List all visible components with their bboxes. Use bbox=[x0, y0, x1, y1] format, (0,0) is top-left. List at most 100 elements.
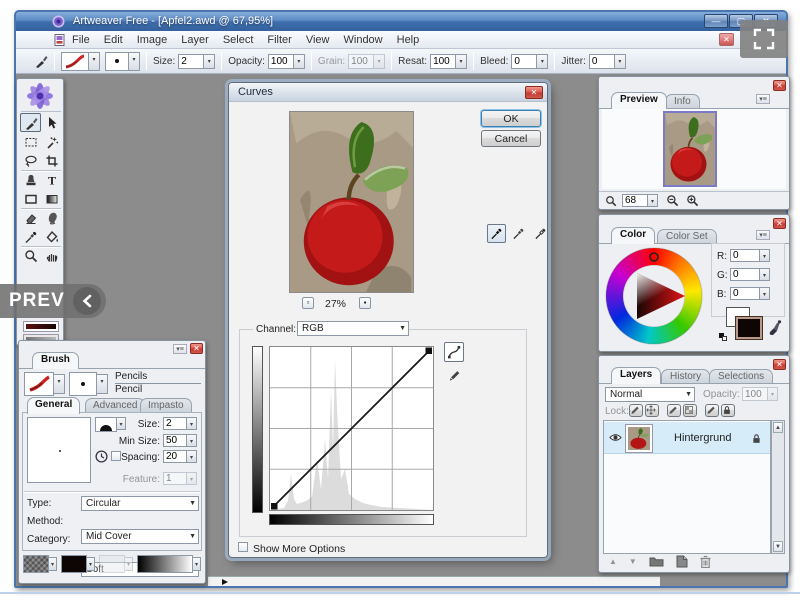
show-more-options-checkbox[interactable] bbox=[238, 542, 248, 552]
menu-window[interactable]: Window bbox=[344, 32, 383, 48]
hue-marker[interactable] bbox=[650, 253, 658, 261]
menu-help[interactable]: Help bbox=[397, 32, 420, 48]
bleed-field[interactable] bbox=[511, 54, 537, 69]
saturation-triangle[interactable] bbox=[606, 248, 702, 344]
tab-info[interactable]: Info bbox=[665, 94, 700, 109]
brush-category-dropdown[interactable]: ▾ bbox=[54, 374, 65, 394]
brush-panel-menu-icon[interactable]: ▾≡ bbox=[173, 344, 187, 354]
size-spinner[interactable]: ▾ bbox=[204, 54, 215, 69]
preview-zoom-spinner[interactable]: ▾ bbox=[648, 194, 658, 207]
smudge-tool[interactable] bbox=[41, 208, 62, 227]
resat-spinner[interactable]: ▾ bbox=[456, 54, 467, 69]
menu-file[interactable]: File bbox=[72, 32, 90, 48]
crop-tool[interactable] bbox=[41, 151, 62, 170]
shape-tool[interactable] bbox=[20, 189, 41, 208]
curve-point-mode-button[interactable] bbox=[444, 342, 464, 362]
size-field[interactable] bbox=[178, 54, 204, 69]
default-colors-icon[interactable] bbox=[719, 333, 727, 341]
lasso-tool[interactable] bbox=[20, 151, 41, 170]
tab-preview[interactable]: Preview bbox=[611, 92, 667, 109]
brush-panel-close-icon[interactable]: ✕ bbox=[190, 343, 203, 354]
b-field[interactable] bbox=[730, 287, 760, 300]
bp-type-combo[interactable]: Circular▼ bbox=[81, 496, 199, 511]
texture-swatch-button[interactable] bbox=[23, 555, 49, 573]
gradient-tool[interactable] bbox=[41, 189, 62, 208]
scroll-down-icon[interactable]: ▼ bbox=[773, 541, 783, 552]
g-spinner[interactable]: ▾ bbox=[760, 268, 770, 281]
layers-panel-close-icon[interactable]: ✕ bbox=[773, 359, 786, 370]
magic-wand-tool[interactable] bbox=[41, 132, 62, 151]
layer-group-folder-icon[interactable] bbox=[649, 555, 664, 567]
curves-close-icon[interactable]: ✕ bbox=[525, 86, 543, 99]
move-layer-down-icon[interactable]: ▼ bbox=[629, 557, 637, 566]
brush-variant-dropdown[interactable]: ▾ bbox=[89, 52, 100, 71]
opacity-spinner[interactable]: ▾ bbox=[294, 54, 305, 69]
scroll-arrow-icon[interactable] bbox=[222, 579, 228, 585]
ok-button[interactable]: OK bbox=[481, 110, 541, 127]
swatch-strip[interactable] bbox=[23, 321, 59, 332]
brush-variant-preview-button-2[interactable] bbox=[69, 372, 97, 396]
eraser-tool[interactable] bbox=[20, 208, 41, 227]
tab-layers[interactable]: Layers bbox=[611, 367, 661, 384]
bp-minsize-spinner[interactable]: ▾ bbox=[187, 434, 197, 447]
zoom-tool[interactable] bbox=[20, 246, 41, 265]
preview-zoom-in-button[interactable]: ▪ bbox=[359, 297, 371, 309]
document-scroll-strip[interactable] bbox=[208, 576, 660, 586]
bp-minsize-field[interactable] bbox=[163, 434, 187, 447]
menu-image[interactable]: Image bbox=[137, 32, 168, 48]
brush-variant-preview-button[interactable] bbox=[61, 52, 89, 71]
scroll-up-icon[interactable]: ▲ bbox=[773, 422, 783, 433]
zoom-out-icon[interactable] bbox=[666, 194, 679, 207]
layer-list-scrollbar[interactable]: ▲ ▼ bbox=[771, 420, 785, 554]
brush-category-preview-button[interactable] bbox=[24, 372, 54, 396]
lock-all-button[interactable] bbox=[721, 404, 735, 417]
brush-tip-dropdown[interactable]: ▾ bbox=[129, 52, 140, 71]
gallery-prev-button[interactable]: PREV bbox=[0, 284, 106, 318]
hand-tool[interactable] bbox=[41, 246, 62, 265]
g-field[interactable] bbox=[730, 268, 760, 281]
brush-tool[interactable] bbox=[20, 113, 41, 132]
r-field[interactable] bbox=[730, 249, 760, 262]
tip-shape-dropdown[interactable]: ▾ bbox=[117, 417, 126, 430]
rect-select-tool[interactable] bbox=[20, 132, 41, 151]
bp-spacing-spinner[interactable]: ▾ bbox=[187, 450, 197, 463]
zoom-in-icon[interactable] bbox=[686, 194, 699, 207]
clone-stamp-tool[interactable] bbox=[20, 170, 41, 189]
bp-method-combo[interactable]: Mid Cover▼ bbox=[81, 529, 199, 544]
layer-row-hintergrund[interactable]: Hintergrund bbox=[604, 422, 770, 454]
preview-panel-close-icon[interactable]: ✕ bbox=[773, 80, 786, 91]
tab-color[interactable]: Color bbox=[611, 227, 655, 244]
curves-dialog-titlebar[interactable]: Curves bbox=[229, 83, 547, 102]
menu-filter[interactable]: Filter bbox=[267, 32, 291, 48]
tab-impasto[interactable]: Impasto bbox=[140, 398, 192, 412]
color-panel-menu-icon[interactable]: ▾≡ bbox=[756, 230, 770, 240]
lock-move-button[interactable] bbox=[645, 404, 659, 417]
layer-thumbnail[interactable] bbox=[626, 425, 652, 452]
gallery-prev-circle[interactable] bbox=[73, 287, 101, 315]
move-tool[interactable] bbox=[41, 113, 62, 132]
preview-zoom-out-button[interactable]: ▫ bbox=[302, 297, 314, 309]
tip-shape-button[interactable] bbox=[95, 417, 117, 432]
document-close-button[interactable]: ✕ bbox=[719, 33, 734, 46]
lock-transparency-button[interactable] bbox=[683, 404, 697, 417]
color-swatch-button[interactable] bbox=[61, 555, 87, 573]
b-spinner[interactable]: ▾ bbox=[760, 287, 770, 300]
curve-draw-mode-button[interactable] bbox=[446, 367, 462, 383]
gray-point-eyedropper[interactable] bbox=[509, 224, 528, 243]
color-swatch-dropdown[interactable]: ▾ bbox=[87, 557, 95, 571]
menu-layer[interactable]: Layer bbox=[181, 32, 209, 48]
layer-visibility-eye-icon[interactable] bbox=[609, 433, 622, 442]
preview-panel-menu-icon[interactable]: ▾≡ bbox=[756, 94, 770, 104]
menu-view[interactable]: View bbox=[306, 32, 330, 48]
lock-pixels-button[interactable] bbox=[667, 404, 681, 417]
curve-point-highlight[interactable] bbox=[426, 348, 433, 355]
new-layer-icon[interactable] bbox=[676, 555, 688, 568]
ink-dipper-icon[interactable] bbox=[768, 319, 783, 336]
delete-layer-trash-icon[interactable] bbox=[700, 555, 711, 568]
menu-edit[interactable]: Edit bbox=[104, 32, 123, 48]
tab-general[interactable]: General bbox=[27, 397, 80, 414]
bp-spacing-field[interactable] bbox=[163, 450, 187, 463]
fill-tool[interactable] bbox=[41, 227, 62, 246]
jitter-spinner[interactable]: ▾ bbox=[615, 54, 626, 69]
gallery-fullscreen-button[interactable] bbox=[740, 20, 788, 58]
